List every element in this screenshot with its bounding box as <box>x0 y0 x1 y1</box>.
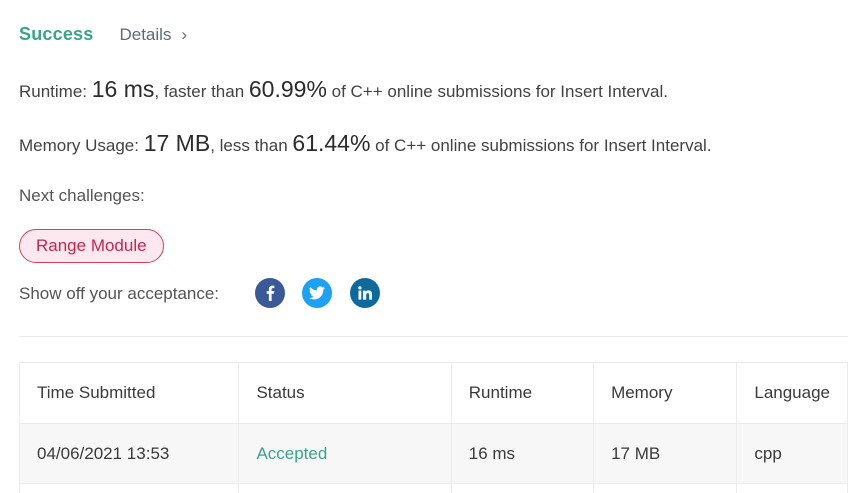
status-accepted-link[interactable]: Accepted <box>256 444 327 463</box>
cell-runtime: 16 ms <box>450 423 595 484</box>
section-divider <box>19 336 848 337</box>
cell-language: cpp <box>736 423 848 484</box>
submission-result-panel: Success Details › Runtime: 16 ms, faster… <box>0 0 864 493</box>
table-row: 04/06/2021 13:53 Accepted 16 ms 17 MB cp… <box>18 423 848 484</box>
empty-cell <box>18 483 240 493</box>
runtime-value: 16 ms <box>91 76 155 102</box>
submissions-table: Time Submitted Status Runtime Memory Lan… <box>18 362 848 493</box>
memory-suffix: of C++ online submissions for Insert Int… <box>370 136 712 155</box>
details-link[interactable]: Details › <box>119 25 187 45</box>
facebook-glyph <box>266 285 275 301</box>
empty-cell <box>238 483 452 493</box>
next-challenges-label: Next challenges: <box>19 186 145 205</box>
runtime-percent: 60.99% <box>248 76 327 102</box>
linkedin-glyph <box>358 286 372 300</box>
empty-cell <box>450 483 595 493</box>
runtime-stat: Runtime: 16 ms, faster than 60.99% of C+… <box>19 76 668 103</box>
cell-time-submitted: 04/06/2021 13:53 <box>18 423 240 484</box>
column-header-status[interactable]: Status <box>238 362 452 424</box>
column-header-runtime[interactable]: Runtime <box>450 362 595 424</box>
result-header: Success Details › <box>19 24 187 45</box>
column-header-time-submitted[interactable]: Time Submitted <box>18 362 240 424</box>
memory-value: 17 MB <box>143 130 211 156</box>
share-label: Show off your acceptance: <box>19 284 220 303</box>
runtime-label: Runtime: <box>19 82 92 101</box>
linkedin-icon[interactable] <box>350 278 380 308</box>
twitter-glyph <box>309 286 325 300</box>
empty-cell <box>593 483 738 493</box>
twitter-icon[interactable] <box>302 278 332 308</box>
runtime-suffix: of C++ online submissions for Insert Int… <box>326 82 669 101</box>
table-header-row: Time Submitted Status Runtime Memory Lan… <box>18 362 848 424</box>
details-label: Details <box>119 24 172 44</box>
empty-cell <box>736 483 848 493</box>
status-label: Success <box>19 24 94 44</box>
memory-comparison: , less than <box>210 136 293 155</box>
challenge-range-module-button[interactable]: Range Module <box>19 229 164 263</box>
memory-percent: 61.44% <box>292 130 371 156</box>
memory-label: Memory Usage: <box>19 136 144 155</box>
memory-stat: Memory Usage: 17 MB, less than 61.44% of… <box>19 130 712 157</box>
cell-memory: 17 MB <box>593 423 738 484</box>
facebook-icon[interactable] <box>255 278 285 308</box>
table-row-partial <box>18 483 848 493</box>
runtime-comparison: , faster than <box>154 82 249 101</box>
column-header-memory[interactable]: Memory <box>593 362 738 424</box>
column-header-language[interactable]: Language <box>736 362 848 424</box>
cell-status: Accepted <box>238 423 452 484</box>
chevron-right-icon: › <box>181 24 188 44</box>
